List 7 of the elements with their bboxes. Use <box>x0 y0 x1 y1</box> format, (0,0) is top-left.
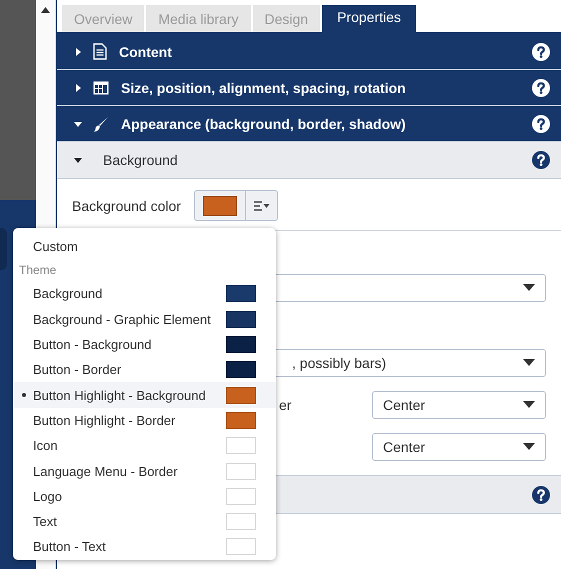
field-label: Background color <box>72 198 182 214</box>
field-label: er <box>278 397 292 413</box>
section-title: Content <box>119 44 173 60</box>
section-title: Appearance (background, border, shadow) <box>121 116 407 132</box>
menu-heading: Theme <box>18 262 58 280</box>
subsection-title: Background <box>102 152 179 168</box>
section-title: Size, position, alignment, spacing, rotation <box>121 80 407 96</box>
